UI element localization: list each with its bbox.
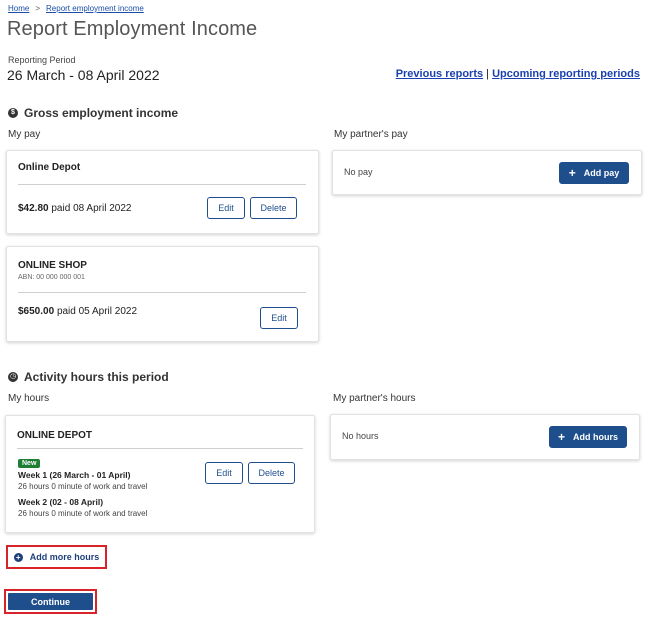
reporting-period-label: Reporting Period <box>8 55 76 65</box>
dollar-circle-icon: $ <box>8 108 18 118</box>
hours-card-online-depot: ONLINE DEPOT New Week 1 (26 March - 01 A… <box>5 415 315 533</box>
income-section-heading: $ Gross employment income <box>8 106 178 120</box>
add-hours-button[interactable]: + Add hours <box>549 426 627 448</box>
new-badge: New <box>18 459 41 468</box>
week-2-title: Week 2 (02 - 08 April) <box>18 497 104 507</box>
no-pay-text: No pay <box>344 167 373 177</box>
paid-word: paid <box>51 203 71 214</box>
partner-pay-label: My partner's pay <box>334 129 408 140</box>
report-links: Previous reports | Upcoming reporting pe… <box>396 68 640 80</box>
edit-hours-button[interactable]: Edit <box>205 462 243 484</box>
links-separator: | <box>486 68 490 80</box>
partner-pay-card: No pay + Add pay <box>332 150 642 195</box>
week-1-title: Week 1 (26 March - 01 April) <box>18 470 131 480</box>
continue-highlight: Continue <box>4 589 97 614</box>
employer-name: Online Depot <box>18 162 81 173</box>
pay-date: 05 April 2022 <box>78 306 138 317</box>
add-pay-label: Add pay <box>583 168 620 178</box>
pay-date: 08 April 2022 <box>73 203 132 214</box>
edit-pay-button[interactable]: Edit <box>260 307 298 329</box>
hours-section-heading: ◷ Activity hours this period <box>8 370 169 384</box>
divider <box>18 184 306 185</box>
partner-hours-label: My partner's hours <box>333 393 416 404</box>
add-hours-label: Add hours <box>573 432 618 442</box>
hours-heading-text: Activity hours this period <box>24 370 169 384</box>
breadcrumb-home-link[interactable]: Home <box>8 4 29 13</box>
breadcrumb: Home > Report employment income <box>8 4 144 13</box>
breadcrumb-separator: > <box>35 4 41 13</box>
paid-word: paid <box>56 306 76 317</box>
my-hours-label: My hours <box>8 393 50 404</box>
add-more-hours-button[interactable]: + Add more hours <box>6 545 107 569</box>
pay-amount-line: $650.00 paid 05 April 2022 <box>18 306 137 317</box>
add-more-hours-label: Add more hours <box>29 552 100 562</box>
divider <box>17 448 303 449</box>
reporting-period-value: 26 March - 08 April 2022 <box>7 67 160 83</box>
pay-card-online-shop: ONLINE SHOP ABN: 00 000 000 001 $650.00 … <box>6 246 319 342</box>
employer-abn: ABN: 00 000 000 001 <box>18 274 85 281</box>
page-title: Report Employment Income <box>7 18 258 40</box>
breadcrumb-current-link[interactable]: Report employment income <box>46 4 144 13</box>
add-pay-button[interactable]: + Add pay <box>559 162 629 184</box>
divider <box>18 292 306 293</box>
no-hours-text: No hours <box>342 431 379 441</box>
pay-amount: $650.00 <box>18 306 55 317</box>
partner-hours-card: No hours + Add hours <box>330 414 640 460</box>
pay-card-online-depot: Online Depot $42.80 paid 08 April 2022 E… <box>6 150 319 234</box>
plus-icon: + <box>568 166 576 180</box>
plus-circle-icon: + <box>13 552 23 562</box>
week-1-detail: 26 hours 0 minute of work and travel <box>18 482 148 491</box>
upcoming-periods-link[interactable]: Upcoming reporting periods <box>492 68 640 80</box>
my-pay-label: My pay <box>8 129 41 140</box>
clock-icon: ◷ <box>8 372 18 382</box>
employer-name: ONLINE DEPOT <box>17 430 93 441</box>
pay-amount: $42.80 <box>18 203 49 214</box>
delete-hours-button[interactable]: Delete <box>248 462 295 484</box>
edit-pay-button[interactable]: Edit <box>207 197 245 219</box>
continue-button[interactable]: Continue <box>8 593 93 610</box>
delete-pay-button[interactable]: Delete <box>250 197 297 219</box>
week-2-detail: 26 hours 0 minute of work and travel <box>18 509 148 518</box>
pay-amount-line: $42.80 paid 08 April 2022 <box>18 203 131 214</box>
previous-reports-link[interactable]: Previous reports <box>396 68 483 80</box>
income-heading-text: Gross employment income <box>24 106 179 120</box>
employer-name: ONLINE SHOP <box>18 260 87 271</box>
plus-icon: + <box>557 430 565 444</box>
